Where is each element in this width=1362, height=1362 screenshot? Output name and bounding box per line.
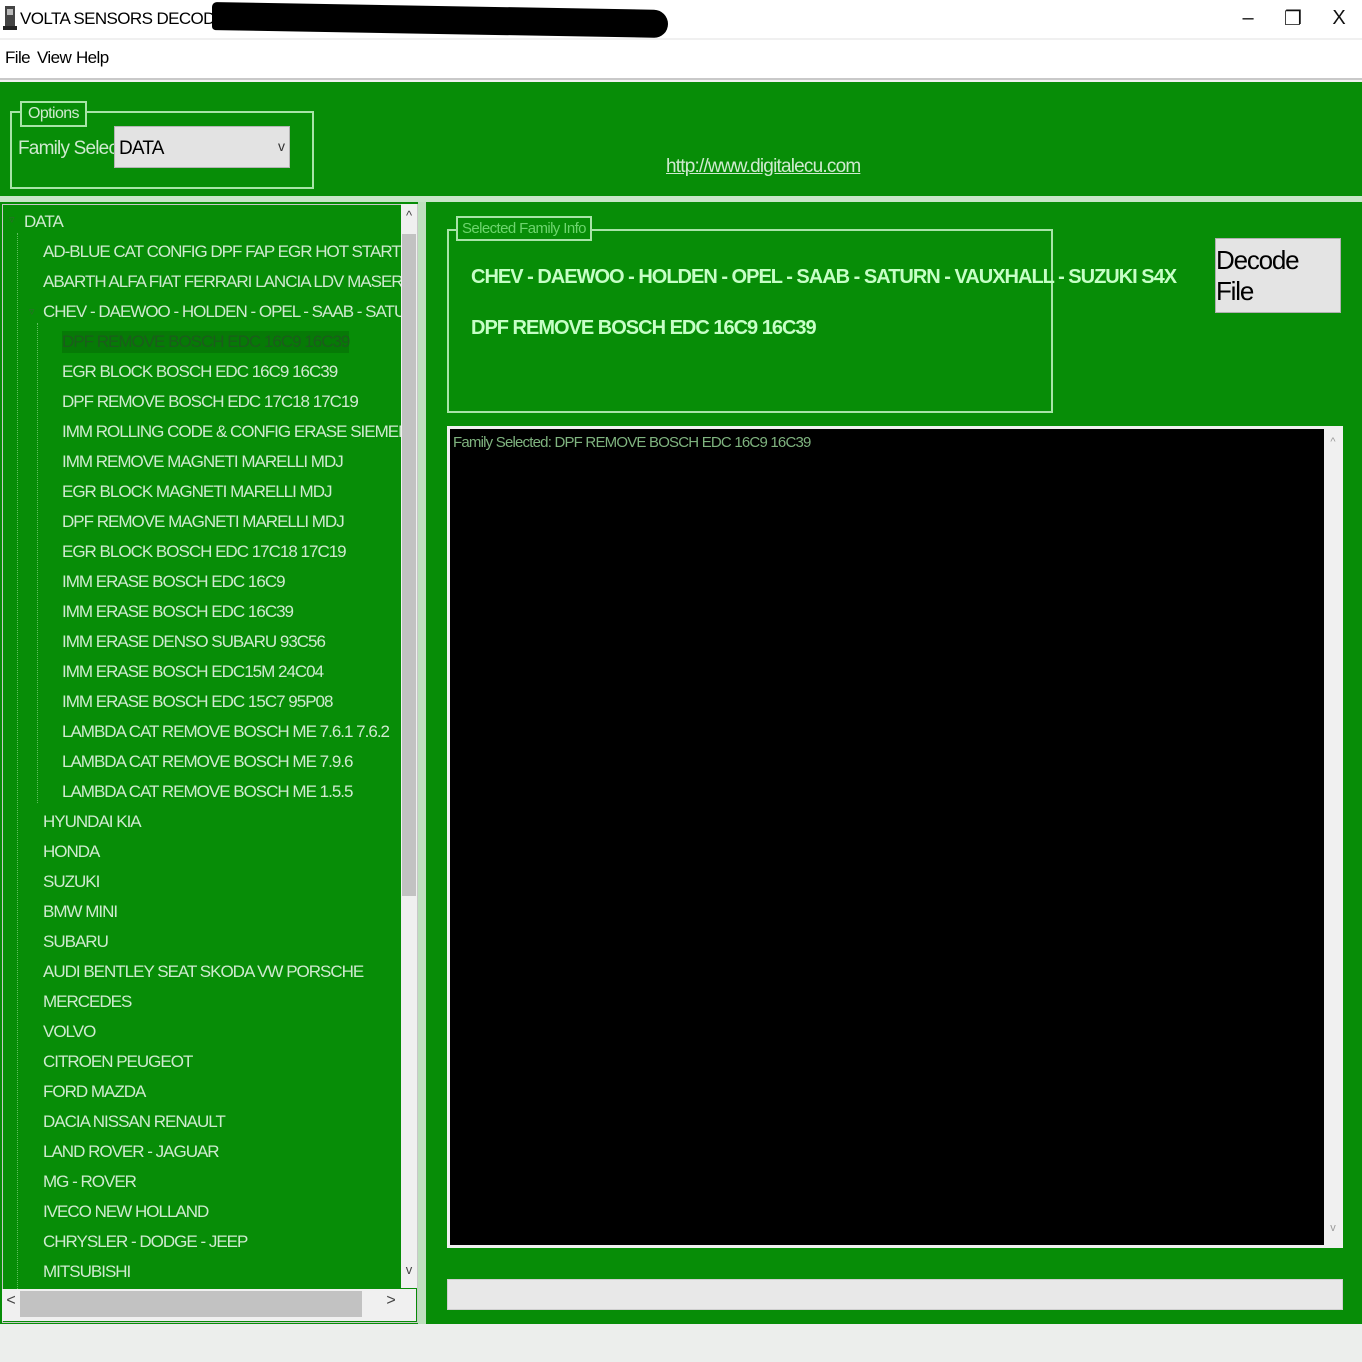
tree-item[interactable]: LAND ROVER - JAGUAR <box>43 1141 220 1163</box>
tree-child-item[interactable]: LAMBDA CAT REMOVE BOSCH ME 1.5.5 <box>62 781 353 803</box>
scroll-down-arrow-icon[interactable]: v <box>401 1262 417 1284</box>
tree-child-item[interactable]: DPF REMOVE BOSCH EDC 16C9 16C39 <box>62 331 350 353</box>
tree-child-item[interactable]: IMM ERASE BOSCH EDC 16C39 <box>62 601 294 623</box>
tree-item[interactable]: AD-BLUE CAT CONFIG DPF FAP EGR HOT START… <box>43 241 417 263</box>
family-tree: ▿ DATA AD-BLUE CAT CONFIG DPF FAP EGR HO… <box>2 204 418 1323</box>
splitter[interactable] <box>418 202 426 1324</box>
tree-child-item[interactable]: EGR BLOCK BOSCH EDC 16C9 16C39 <box>62 361 338 383</box>
tree-child-item[interactable]: DPF REMOVE MAGNETI MARELLI MDJ <box>62 511 345 533</box>
status-strip <box>0 1324 1362 1362</box>
selected-brands: CHEV - DAEWOO - HOLDEN - OPEL - SAAB - S… <box>471 266 1177 288</box>
tree-child-item[interactable]: EGR BLOCK BOSCH EDC 17C18 17C19 <box>62 541 347 563</box>
scroll-up-arrow-icon[interactable]: ^ <box>401 208 417 230</box>
tree-child-item[interactable]: IMM ERASE BOSCH EDC 16C9 <box>62 571 286 593</box>
tree-child-item[interactable]: IMM ERASE BOSCH EDC 15C7 95P08 <box>62 691 333 713</box>
tree-item[interactable]: SUZUKI <box>43 871 100 893</box>
tree-item[interactable]: VOLVO <box>43 1021 96 1043</box>
selected-family: DPF REMOVE BOSCH EDC 16C9 16C39 <box>471 317 817 339</box>
selected-family-info-legend: Selected Family Info <box>456 216 592 241</box>
separator <box>0 196 1362 202</box>
collapse-icon[interactable]: ▿ <box>29 305 35 318</box>
console-scrollbar[interactable] <box>1325 429 1341 1245</box>
menu-file[interactable]: File <box>5 48 31 68</box>
tree-item[interactable]: HYUNDAI KIA <box>43 811 142 833</box>
progress-bar <box>447 1279 1343 1310</box>
tree-child-item[interactable]: IMM ROLLING CODE & CONFIG ERASE SIEMENS … <box>62 421 417 443</box>
tree-item[interactable]: CHEV - DAEWOO - HOLDEN - OPEL - SAAB - S… <box>43 301 417 323</box>
menu-bar <box>0 40 1362 80</box>
tree-child-item[interactable]: EGR BLOCK MAGNETI MARELLI MDJ <box>62 481 332 503</box>
maximize-button[interactable]: ❐ <box>1270 0 1316 36</box>
tree-item[interactable]: DACIA NISSAN RENAULT <box>43 1111 226 1133</box>
tree-root[interactable]: DATA <box>24 211 64 233</box>
tree-item[interactable]: BMW MINI <box>43 901 118 923</box>
minimize-button[interactable]: – <box>1225 0 1271 36</box>
menu-view[interactable]: View <box>37 48 72 68</box>
tree-child-item[interactable]: IMM ERASE BOSCH EDC15M 24C04 <box>62 661 324 683</box>
console-line: Family Selected: DPF REMOVE BOSCH EDC 16… <box>453 434 811 451</box>
output-console[interactable] <box>450 429 1324 1245</box>
scroll-right-arrow-icon[interactable]: > <box>382 1292 400 1318</box>
tree-child-item[interactable]: LAMBDA CAT REMOVE BOSCH ME 7.9.6 <box>62 751 353 773</box>
tree-item[interactable]: FORD MAZDA <box>43 1081 146 1103</box>
tree-child-item[interactable]: IMM ERASE DENSO SUBARU 93C56 <box>62 631 326 653</box>
tree-item[interactable]: CITROEN PEUGEOT <box>43 1051 193 1073</box>
tree-item[interactable]: MERCEDES <box>43 991 132 1013</box>
tree-item[interactable]: MITSUBISHI <box>43 1261 131 1283</box>
console-scroll-up-icon[interactable]: ^ <box>1325 436 1341 448</box>
tree-connector <box>17 233 18 1322</box>
tree-item[interactable]: HONDA <box>43 841 100 863</box>
tree-child-item[interactable]: DPF REMOVE BOSCH EDC 17C18 17C19 <box>62 391 359 413</box>
menu-help[interactable]: Help <box>76 48 109 68</box>
tree-item[interactable]: AUDI BENTLEY SEAT SKODA VW PORSCHE <box>43 961 364 983</box>
collapse-icon[interactable]: ▿ <box>9 213 15 226</box>
options-legend: Options <box>20 101 87 127</box>
tree-item[interactable]: SUBARU <box>43 931 109 953</box>
tree-item[interactable]: CHRYSLER - DODGE - JEEP <box>43 1231 248 1253</box>
tree-child-item[interactable]: IMM REMOVE MAGNETI MARELLI MDJ <box>62 451 344 473</box>
chevron-down-icon: v <box>278 138 285 154</box>
family-select-value: DATA <box>119 138 164 159</box>
close-button[interactable]: X <box>1316 0 1362 36</box>
tree-horizontal-scroll-thumb[interactable] <box>20 1291 362 1317</box>
decode-file-button[interactable]: Decode File <box>1215 238 1341 313</box>
tree-child-item[interactable]: LAMBDA CAT REMOVE BOSCH ME 7.6.1 7.6.2 <box>62 721 390 743</box>
family-select[interactable]: DATA v <box>114 126 290 168</box>
tree-item[interactable]: ABARTH ALFA FIAT FERRARI LANCIA LDV MASE… <box>43 271 417 293</box>
tree-item[interactable]: IVECO NEW HOLLAND <box>43 1201 209 1223</box>
tree-connector <box>37 323 38 803</box>
tree-item[interactable]: MG - ROVER <box>43 1171 137 1193</box>
website-link[interactable]: http://www.digitalecu.com <box>666 156 861 178</box>
app-icon <box>3 6 17 30</box>
scroll-left-arrow-icon[interactable]: < <box>2 1292 20 1318</box>
console-scroll-down-icon[interactable]: v <box>1325 1222 1341 1234</box>
tree-vertical-scroll-thumb[interactable] <box>402 234 416 896</box>
